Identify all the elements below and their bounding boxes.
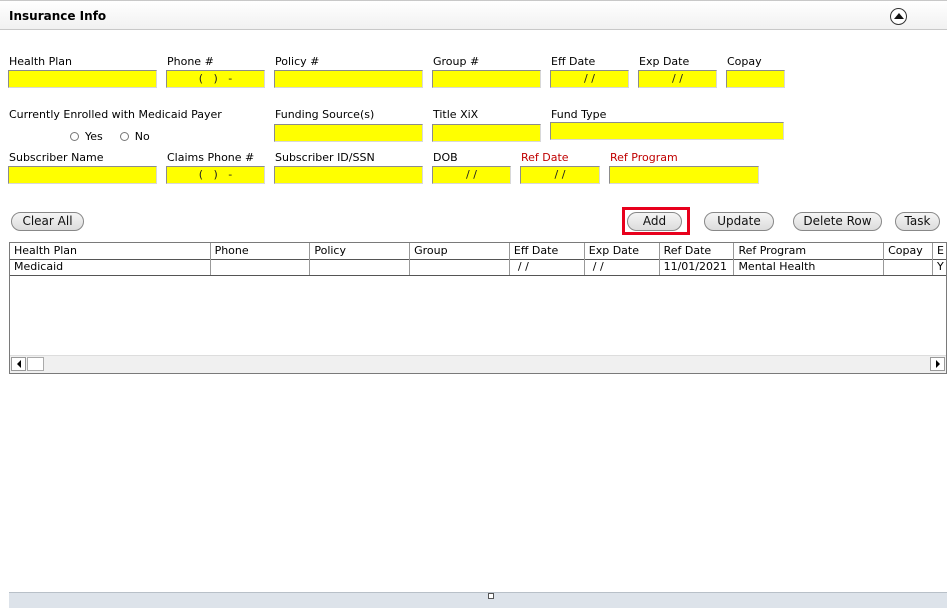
panel-footer (9, 592, 947, 608)
col-header-group[interactable]: Group (410, 243, 510, 259)
group-label: Group # (433, 55, 480, 68)
cell-exp-date: / / (585, 259, 660, 275)
policy-field[interactable] (274, 70, 423, 88)
scroll-left-button[interactable] (11, 357, 26, 371)
section-title: Insurance Info (9, 9, 107, 23)
table-header: Health Plan Phone Policy Group Eff Date … (10, 243, 946, 260)
ref-date-field[interactable]: / / (520, 166, 600, 184)
subscriber-id-label: Subscriber ID/SSN (275, 151, 375, 164)
subscriber-name-label: Subscriber Name (9, 151, 104, 164)
radio-yes-label: Yes (85, 130, 103, 143)
table-row[interactable]: Medicaid / / / / 11/01/2021 Mental Healt… (10, 259, 946, 276)
resize-grip[interactable] (488, 593, 494, 599)
col-header-health-plan[interactable]: Health Plan (10, 243, 211, 259)
funding-source-field[interactable] (274, 124, 423, 142)
col-header-truncated[interactable]: E (933, 243, 946, 259)
col-header-copay[interactable]: Copay (884, 243, 934, 259)
medicaid-radio-group: Yes No (70, 130, 150, 143)
phone-label: Phone # (167, 55, 214, 68)
col-header-ref-program[interactable]: Ref Program (734, 243, 885, 259)
claims-phone-label: Claims Phone # (167, 151, 255, 164)
cell-group (410, 259, 510, 275)
fund-type-label: Fund Type (551, 108, 607, 121)
clear-all-button[interactable]: Clear All (11, 212, 84, 231)
group-field[interactable] (432, 70, 541, 88)
col-header-exp-date[interactable]: Exp Date (585, 243, 660, 259)
cell-phone (211, 259, 311, 275)
copay-label: Copay (727, 55, 762, 68)
eff-date-field[interactable]: / / (550, 70, 629, 88)
cell-eff-date: / / (510, 259, 585, 275)
subscriber-name-field[interactable] (8, 166, 157, 184)
scroll-thumb[interactable] (27, 357, 44, 371)
eff-date-label: Eff Date (551, 55, 596, 68)
radio-yes[interactable] (70, 132, 79, 141)
cell-health-plan: Medicaid (10, 259, 211, 275)
exp-date-field[interactable]: / / (638, 70, 717, 88)
arrow-left-icon (16, 360, 21, 368)
cell-ref-date: 11/01/2021 (660, 259, 735, 275)
medicaid-label: Currently Enrolled with Medicaid Payer (9, 108, 222, 121)
radio-no-label: No (134, 130, 150, 143)
update-button[interactable]: Update (704, 212, 774, 231)
copay-field[interactable] (726, 70, 785, 88)
arrow-right-icon (935, 360, 940, 368)
cell-policy (310, 259, 411, 275)
health-plan-label: Health Plan (9, 55, 73, 68)
ref-date-label: Ref Date (521, 151, 569, 164)
ref-program-label: Ref Program (610, 151, 678, 164)
col-header-phone[interactable]: Phone (211, 243, 311, 259)
col-header-policy[interactable]: Policy (310, 243, 411, 259)
cell-ref-program: Mental Health (734, 259, 885, 275)
health-plan-field[interactable] (8, 70, 157, 88)
fund-type-field[interactable] (550, 122, 784, 140)
title-xix-label: Title XiX (433, 108, 479, 121)
delete-row-button[interactable]: Delete Row (793, 212, 882, 231)
subscriber-id-field[interactable] (274, 166, 423, 184)
policy-label: Policy # (275, 55, 320, 68)
section-header: Insurance Info (0, 0, 947, 30)
task-button[interactable]: Task (895, 212, 940, 231)
funding-source-label: Funding Source(s) (275, 108, 375, 121)
exp-date-label: Exp Date (639, 55, 690, 68)
add-button[interactable]: Add (627, 212, 682, 231)
ref-program-field[interactable] (609, 166, 759, 184)
phone-field[interactable]: ( ) - (166, 70, 265, 88)
title-xix-field[interactable] (432, 124, 541, 142)
claims-phone-field[interactable]: ( ) - (166, 166, 265, 184)
scroll-right-button[interactable] (930, 357, 945, 371)
col-header-ref-date[interactable]: Ref Date (660, 243, 735, 259)
insurance-table: Health Plan Phone Policy Group Eff Date … (9, 242, 947, 374)
cell-copay (884, 259, 934, 275)
collapse-button[interactable] (890, 8, 907, 25)
cell-truncated: Y (937, 260, 944, 273)
chevron-up-icon (893, 13, 904, 19)
radio-no[interactable] (119, 132, 129, 141)
dob-field[interactable]: / / (432, 166, 511, 184)
col-header-eff-date[interactable]: Eff Date (510, 243, 585, 259)
dob-label: DOB (433, 151, 458, 164)
horizontal-scrollbar[interactable] (10, 355, 946, 373)
